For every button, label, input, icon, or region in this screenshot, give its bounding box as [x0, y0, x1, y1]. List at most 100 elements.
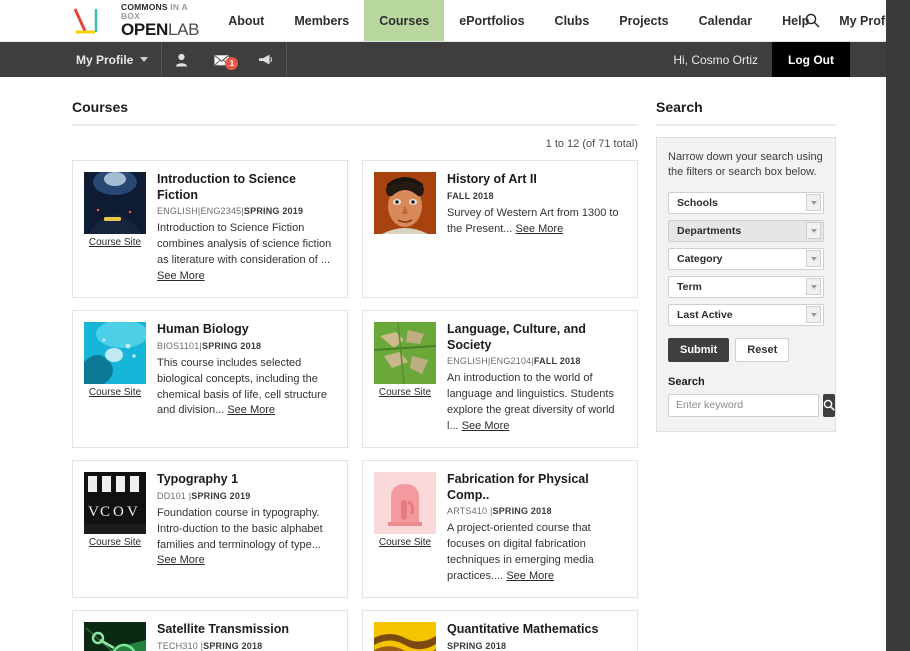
primary-nav-items: About Members Courses ePortfolios Clubs … — [213, 0, 898, 41]
nav-item-eportfolios[interactable]: ePortfolios — [444, 0, 539, 41]
course-card[interactable]: Course Site Quantitative Mathematics SPR… — [362, 610, 638, 651]
toolbar-my-profile-label: My Profile — [76, 52, 134, 67]
mail-icon[interactable]: 1 — [201, 53, 244, 70]
course-meta: ENGLISH|ENG2345|SPRING 2019 — [157, 206, 304, 217]
nav-item-courses[interactable]: Courses — [364, 0, 445, 41]
course-card[interactable]: Course Site Satellite Transmission TECH3… — [72, 610, 348, 651]
svg-text:V: V — [88, 504, 99, 520]
courses-column: Courses 1 to 12 (of 71 total) Course Sit… — [72, 99, 638, 651]
filter-last-active[interactable]: Last Active — [668, 303, 824, 326]
page-root: COMMONS IN A BOX OPENLAB About Members C… — [0, 0, 898, 651]
search-input[interactable] — [668, 393, 819, 417]
course-title[interactable]: Human Biology — [157, 322, 335, 338]
course-title[interactable]: Language, Culture, and Society — [447, 322, 625, 353]
course-card[interactable]: History of Art II FALL 2018 Survey of We… — [362, 160, 638, 298]
reset-button[interactable]: Reset — [735, 337, 790, 362]
filter-term[interactable]: Term — [668, 275, 824, 298]
filter-schools-label: Schools — [677, 196, 718, 209]
openlab-logo-icon — [68, 6, 114, 36]
nav-item-about[interactable]: About — [213, 0, 279, 41]
page-title: Courses — [72, 99, 638, 126]
course-thumbnail-image — [84, 622, 146, 651]
filter-category-label: Category — [677, 252, 723, 265]
chevron-down-icon — [806, 250, 821, 268]
toolbar-account-group: Hi, Cosmo Ortiz Log Out — [659, 42, 898, 77]
course-thumbnail-col — [374, 172, 436, 285]
course-description: This course includes selected biological… — [157, 356, 327, 417]
megaphone-icon[interactable] — [244, 53, 286, 66]
course-site-link[interactable]: Course Site — [84, 237, 146, 248]
course-description: An introduction to the world of language… — [447, 372, 615, 433]
keyword-search-row — [668, 393, 835, 417]
logout-button[interactable]: Log Out — [772, 42, 850, 77]
see-more-link[interactable]: See More — [157, 270, 205, 282]
nav-item-calendar[interactable]: Calendar — [684, 0, 768, 41]
nav-item-clubs[interactable]: Clubs — [540, 0, 605, 41]
person-icon[interactable] — [162, 53, 201, 67]
course-card-grid: Course Site Introduction to Science Fict… — [72, 160, 638, 651]
course-site-link[interactable]: Course Site — [374, 387, 436, 398]
course-card[interactable]: Course Site Introduction to Science Fict… — [72, 160, 348, 298]
course-thumbnail-col: V C O V Course Site — [84, 472, 146, 585]
toolbar-my-profile-menu[interactable]: My Profile — [60, 42, 163, 77]
site-logo[interactable]: COMMONS IN A BOX OPENLAB — [0, 0, 213, 41]
course-description: Survey of Western Art from 1300 to the P… — [447, 206, 619, 235]
course-site-link[interactable]: Course Site — [374, 537, 436, 548]
course-card[interactable]: Course Site Language, Culture, and Socie… — [362, 310, 638, 448]
logo-wordmark: OPENLAB — [121, 20, 200, 39]
course-title[interactable]: History of Art II — [447, 172, 625, 188]
chevron-down-icon — [140, 57, 149, 62]
course-title[interactable]: Fabrication for Physical Comp.. — [447, 472, 625, 503]
course-thumbnail-image — [374, 172, 436, 234]
see-more-link[interactable]: See More — [506, 570, 554, 582]
course-meta: ARTS410 |SPRING 2018 — [447, 506, 552, 517]
course-card[interactable]: Course Site Human Biology BIOS1101|SPRIN… — [72, 310, 348, 448]
filter-departments-label: Departments — [677, 224, 742, 237]
course-thumbnail-image — [84, 172, 146, 234]
submit-button[interactable]: Submit — [668, 337, 730, 362]
course-thumbnail-col: Course Site — [84, 622, 146, 651]
nav-item-projects[interactable]: Projects — [604, 0, 683, 41]
course-title[interactable]: Satellite Transmission — [157, 622, 335, 638]
course-meta: TECH310 |SPRING 2018 — [157, 640, 263, 651]
admin-toolbar: My Profile 1 Hi, Cosmo Ortiz Log Out — [0, 42, 898, 77]
filter-schools[interactable]: Schools — [668, 191, 824, 214]
filter-last-active-label: Last Active — [677, 308, 733, 321]
course-card-body: Satellite Transmission TECH310 |SPRING 2… — [157, 622, 335, 651]
course-thumbnail-col: Course Site — [374, 622, 436, 651]
course-meta: FALL 2018 — [447, 190, 494, 201]
course-title[interactable]: Typography 1 — [157, 472, 335, 488]
see-more-link[interactable]: See More — [157, 554, 205, 566]
course-title[interactable]: Introduction to Science Fiction — [157, 172, 335, 203]
course-thumbnail-image: V C O V — [84, 472, 146, 534]
see-more-link[interactable]: See More — [462, 420, 510, 432]
course-description: Foundation course in typography. Intro-d… — [157, 506, 323, 567]
course-meta: BIOS1101|SPRING 2018 — [157, 340, 262, 351]
course-title[interactable]: Quantitative Mathematics — [447, 622, 625, 638]
see-more-link[interactable]: See More — [227, 404, 275, 416]
toolbar-icon-group: 1 — [162, 42, 288, 77]
course-thumbnail-image — [84, 322, 146, 384]
course-card-body: Quantitative Mathematics SPRING 2018 Top… — [447, 622, 625, 651]
search-sidebar: Search Narrow down your search using the… — [656, 99, 836, 651]
course-site-link[interactable]: Course Site — [84, 387, 146, 398]
course-site-link[interactable]: Course Site — [84, 537, 146, 548]
nav-item-members[interactable]: Members — [279, 0, 364, 41]
search-submit-button[interactable] — [823, 393, 835, 417]
filter-actions: Submit Reset — [668, 337, 824, 362]
course-card[interactable]: Course Site Fabrication for Physical Com… — [362, 460, 638, 598]
mail-unread-badge: 1 — [225, 57, 239, 70]
chevron-down-icon — [806, 222, 821, 240]
chevron-down-icon — [806, 194, 821, 212]
filter-departments[interactable]: Departments — [668, 219, 824, 242]
course-meta: ENGLISH|ENG2104|FALL 2018 — [447, 356, 581, 367]
filter-term-label: Term — [677, 280, 702, 293]
course-description: Introduction to Science Fiction combines… — [157, 222, 332, 283]
primary-navbar: COMMONS IN A BOX OPENLAB About Members C… — [0, 0, 898, 42]
see-more-link[interactable]: See More — [516, 223, 564, 235]
filter-category[interactable]: Category — [668, 247, 824, 270]
logo-tagline: COMMONS IN A BOX — [121, 2, 188, 21]
course-thumbnail-image — [374, 322, 436, 384]
course-card[interactable]: V C O V Course Site Typography 1 DD101 |… — [72, 460, 348, 598]
search-icon[interactable] — [805, 0, 820, 41]
